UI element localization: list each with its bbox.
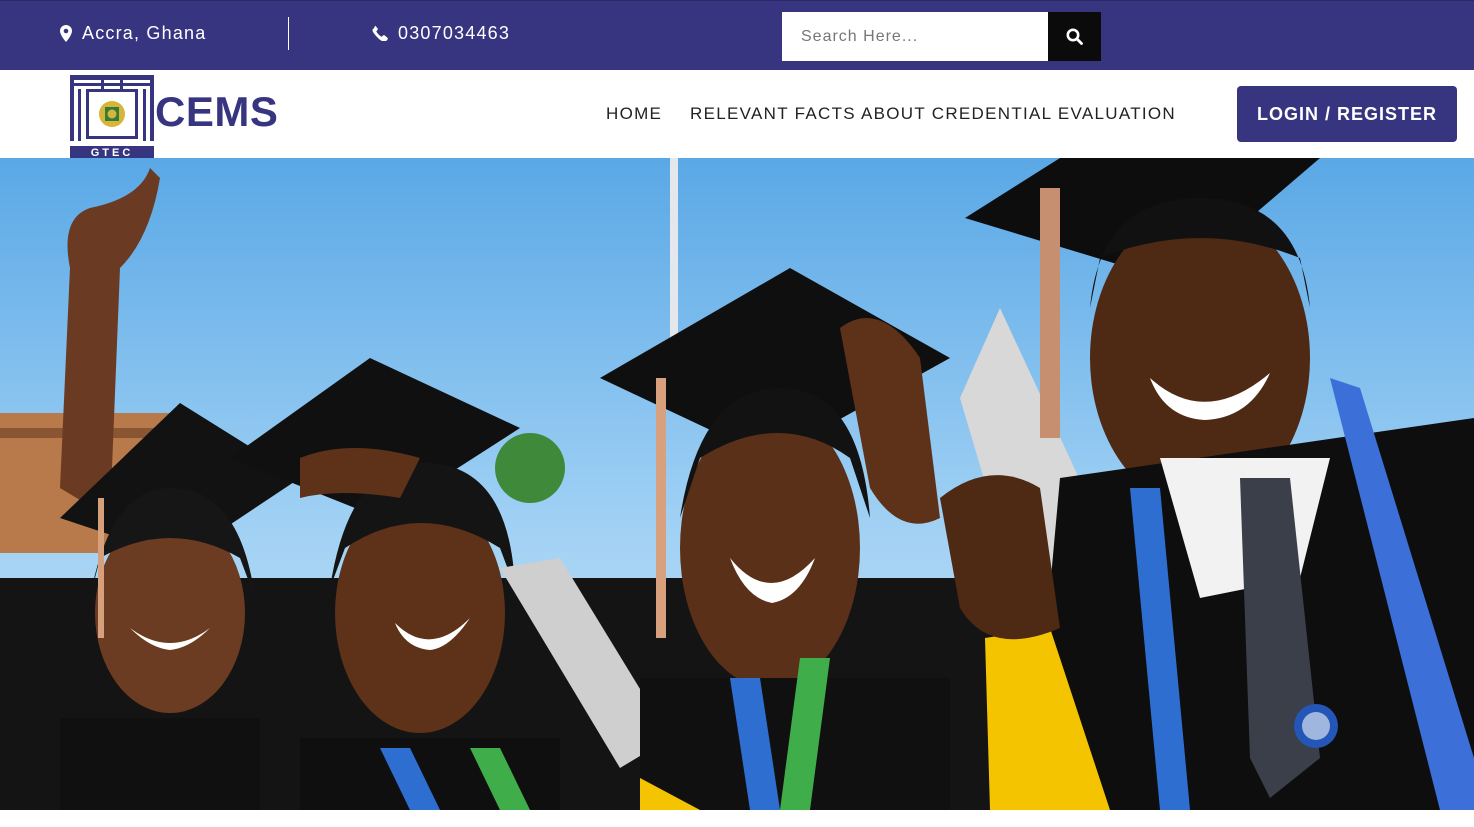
map-marker-icon xyxy=(60,24,72,42)
search-input[interactable] xyxy=(782,12,1048,61)
site-header: GTEC CEMS HOME RELEVANT FACTS ABOUT CRED… xyxy=(0,70,1474,158)
gtec-emblem: GTEC xyxy=(70,75,154,158)
phone-info: 0307034463 xyxy=(372,21,510,45)
search-button[interactable] xyxy=(1048,12,1101,61)
location-info: Accra, Ghana xyxy=(60,21,206,45)
search-bar xyxy=(782,12,1101,61)
phone-icon xyxy=(372,25,388,41)
login-register-button[interactable]: LOGIN / REGISTER xyxy=(1237,86,1457,142)
logo-text: CEMS xyxy=(155,88,279,135)
search-icon xyxy=(1066,28,1083,45)
hero-banner-image xyxy=(0,158,1474,810)
site-logo[interactable]: GTEC CEMS xyxy=(69,74,279,158)
page-bottom-strip xyxy=(0,810,1474,827)
svg-text:GTEC: GTEC xyxy=(91,147,134,158)
graduates-photo xyxy=(0,158,1474,810)
top-bar: Accra, Ghana 0307034463 xyxy=(0,0,1474,70)
topbar-divider xyxy=(288,17,289,50)
nav-home[interactable]: HOME xyxy=(606,104,662,124)
nav-relevant-facts[interactable]: RELEVANT FACTS ABOUT CREDENTIAL EVALUATI… xyxy=(690,104,1176,124)
location-text: Accra, Ghana xyxy=(82,22,207,43)
phone-text: 0307034463 xyxy=(398,22,511,43)
